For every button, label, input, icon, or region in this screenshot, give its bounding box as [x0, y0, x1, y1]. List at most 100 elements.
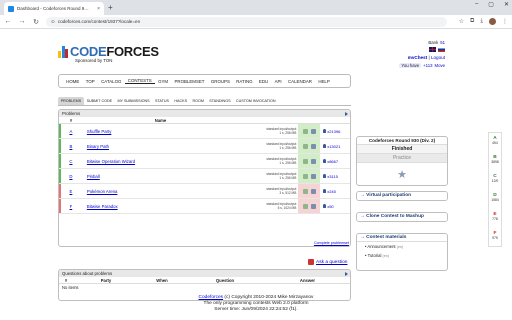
- new-tab-button[interactable]: +: [108, 3, 113, 12]
- menu-item-top[interactable]: TOP: [83, 79, 98, 84]
- menu-item-home[interactable]: HOME: [63, 79, 83, 84]
- problem-index-link[interactable]: B: [69, 144, 72, 149]
- problem-index-link[interactable]: F: [70, 204, 73, 209]
- material-link[interactable]: Announcement: [367, 244, 395, 249]
- virtual-participation-box[interactable]: → Virtual participation: [356, 191, 448, 201]
- tab-room[interactable]: ROOM: [190, 97, 207, 105]
- submit-icon[interactable]: [302, 158, 308, 164]
- submit-icon[interactable]: [302, 143, 308, 149]
- strip-item[interactable]: B 3898: [489, 155, 501, 164]
- submit-icon[interactable]: [302, 203, 308, 209]
- menu-item-problemset[interactable]: PROBLEMSET: [171, 79, 207, 84]
- favorite-icon[interactable]: [310, 128, 316, 134]
- favorite-icon[interactable]: [310, 158, 316, 164]
- russian-flag-icon[interactable]: [438, 47, 445, 52]
- level-move-link[interactable]: Move: [434, 63, 445, 68]
- bank-value[interactable]: 51: [440, 40, 445, 45]
- table-row: C Bitwise Operation Wizard standard input/…: [59, 154, 350, 169]
- problem-index: D: [59, 174, 83, 179]
- strip-item[interactable]: C 12/0: [489, 174, 501, 183]
- problem-name-link[interactable]: Bitwise Paradox: [87, 204, 118, 209]
- menu-kebab-icon[interactable]: ⋮: [502, 18, 508, 25]
- reload-button[interactable]: ↻: [32, 18, 40, 26]
- menu-item-gym[interactable]: GYM: [155, 79, 171, 84]
- strip-item[interactable]: A 454: [489, 136, 501, 145]
- menu-item-calendar[interactable]: CALENDAR: [285, 79, 315, 84]
- address-bar[interactable]: ⊙ codeforces.com/contest/1937?locale=en: [46, 16, 447, 27]
- q-header-answer: Answer: [299, 277, 316, 283]
- tab-my-submissions[interactable]: MY SUBMISSIONS: [115, 97, 152, 105]
- tab-submit-code[interactable]: SUBMIT CODE: [84, 97, 115, 105]
- virtual-participation-link[interactable]: → Virtual participation: [357, 192, 447, 200]
- tab-standings[interactable]: STANDINGS: [207, 97, 234, 105]
- strip-number: 3898: [491, 160, 499, 164]
- clone-contest-link[interactable]: → Clone Contest to Mashup: [357, 213, 447, 221]
- strip-item[interactable]: D 1584: [489, 193, 501, 202]
- minimize-button[interactable]: –: [475, 1, 478, 8]
- tab-status[interactable]: STATUS: [152, 97, 171, 105]
- menu-item-api[interactable]: API: [271, 79, 284, 84]
- problem-name-link[interactable]: Shuffle Party: [87, 129, 112, 134]
- favorite-icon[interactable]: [310, 203, 316, 209]
- tab-problems[interactable]: PROBLEMS: [58, 97, 84, 105]
- problem-index-link[interactable]: A: [69, 129, 72, 134]
- menu-item-catalog[interactable]: CATALOG: [98, 79, 125, 84]
- solved-count-link[interactable]: x8667: [327, 159, 338, 164]
- solved-count-link[interactable]: x13021: [327, 144, 340, 149]
- favorite-star-icon[interactable]: ★: [357, 163, 447, 185]
- tab-hacks[interactable]: HACKS: [172, 97, 190, 105]
- user-handle-link[interactable]: mvChest: [408, 55, 427, 60]
- browser-tab[interactable]: Dashboard - Codeforces Round 9… ×: [4, 2, 104, 15]
- problem-actions: [298, 184, 321, 198]
- favorite-icon[interactable]: [310, 143, 316, 149]
- clone-contest-box[interactable]: → Clone Contest to Mashup: [356, 212, 448, 222]
- problem-name-link[interactable]: Pokémon Arena: [87, 189, 118, 194]
- maximize-button[interactable]: ▢: [488, 1, 494, 8]
- logout-link[interactable]: Logout: [431, 55, 445, 60]
- bookmark-star-icon[interactable]: ☆: [459, 18, 464, 25]
- codeforces-logo[interactable]: CODEFORCES Sponsored by TON: [58, 44, 159, 66]
- level-text: You have: [399, 63, 422, 68]
- strip-item[interactable]: F 975: [489, 231, 501, 240]
- footer-codeforces-link[interactable]: Codeforces: [199, 295, 224, 300]
- menu-item-rating[interactable]: RATING: [233, 79, 256, 84]
- favorite-icon[interactable]: [310, 173, 316, 179]
- ask-question[interactable]: Ask a question: [308, 259, 347, 265]
- problem-index-link[interactable]: D: [69, 174, 72, 179]
- problem-name-link[interactable]: Bitwise Operation Wizard: [87, 159, 135, 164]
- round-title[interactable]: Codeforces Round 930 (Div. 2): [357, 137, 447, 145]
- tab-close-icon[interactable]: ×: [97, 6, 100, 12]
- profile-avatar[interactable]: [489, 18, 496, 25]
- menu-item-edu[interactable]: EDU: [256, 79, 272, 84]
- submit-icon[interactable]: [302, 128, 308, 134]
- english-flag-icon[interactable]: [429, 47, 436, 52]
- submit-icon[interactable]: [302, 173, 308, 179]
- complete-problemset-link[interactable]: Complete problemset: [314, 241, 349, 245]
- material-link[interactable]: Tutorial: [368, 253, 382, 258]
- level-value: +113: [423, 63, 433, 68]
- menu-item-contests[interactable]: CONTESTS: [124, 78, 155, 84]
- solved-count-link[interactable]: x3115: [327, 174, 338, 179]
- ask-question-link[interactable]: Ask a question: [316, 260, 347, 265]
- solved-count-link[interactable]: x245: [327, 189, 336, 194]
- menu-item-help[interactable]: HELP: [315, 79, 333, 84]
- tab-custom-invocation[interactable]: CUSTOM INVOCATION: [233, 97, 278, 105]
- solved-count-link[interactable]: x21396: [327, 129, 340, 134]
- downloads-icon[interactable]: ⤓: [480, 18, 483, 25]
- strip-item[interactable]: E 778: [489, 212, 501, 221]
- back-button[interactable]: ←: [4, 18, 12, 25]
- problem-name-link[interactable]: Pinball: [87, 174, 100, 179]
- person-icon: [323, 159, 327, 163]
- solved-count-link[interactable]: x50: [327, 204, 333, 209]
- problems-table-header: # Name: [59, 117, 350, 124]
- site-info-icon[interactable]: ⊙: [51, 19, 55, 25]
- menu-item-groups[interactable]: GROUPS: [208, 79, 233, 84]
- forward-button[interactable]: →: [18, 18, 26, 25]
- submit-icon[interactable]: [302, 188, 308, 194]
- extensions-icon[interactable]: ⧉: [470, 18, 474, 25]
- favorite-icon[interactable]: [310, 188, 316, 194]
- problem-index-link[interactable]: C: [69, 159, 72, 164]
- close-window-button[interactable]: ✕: [504, 1, 509, 8]
- problem-name-link[interactable]: Binary Path: [87, 144, 109, 149]
- problem-index-link[interactable]: E: [69, 189, 72, 194]
